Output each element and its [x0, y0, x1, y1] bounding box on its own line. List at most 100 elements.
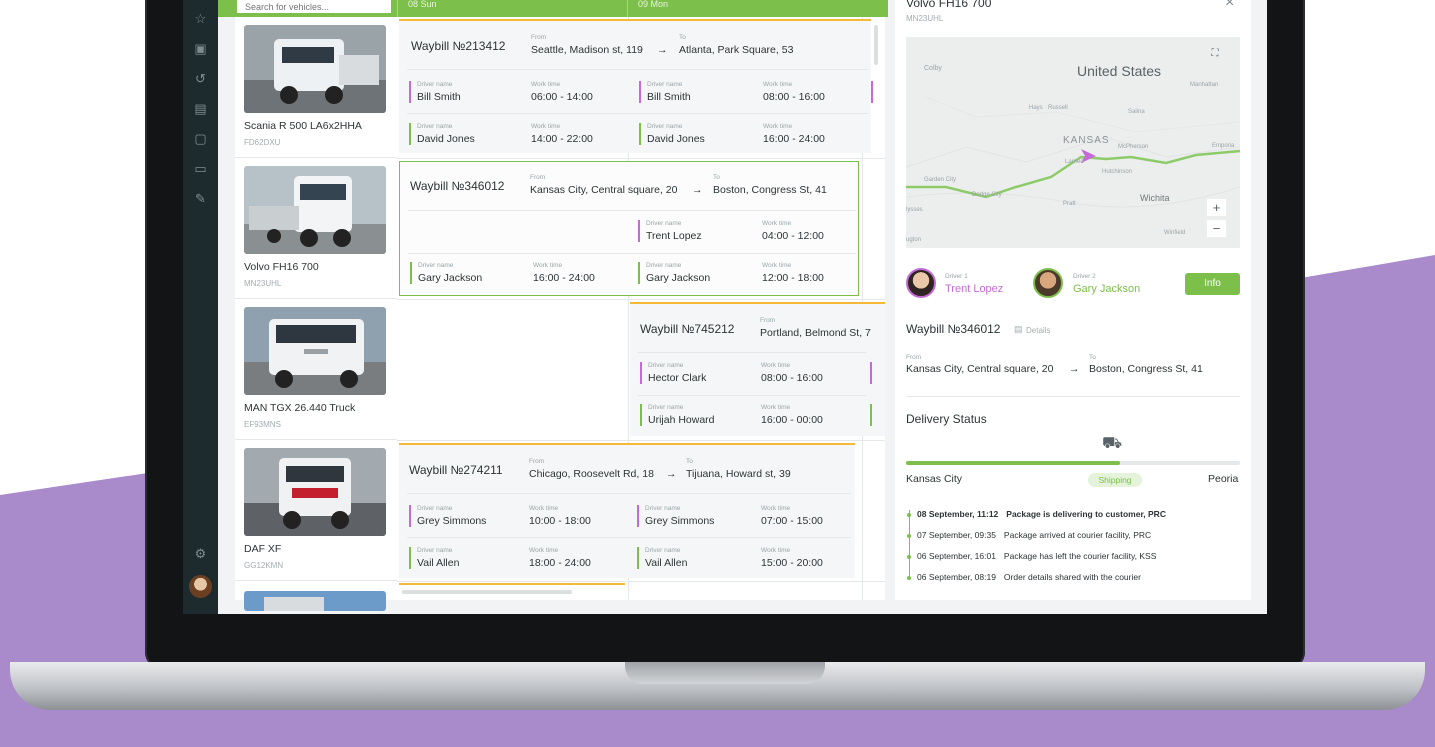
divider	[407, 113, 869, 114]
info-button[interactable]: Info	[1185, 273, 1240, 295]
map-label-city: Hays	[1029, 105, 1043, 111]
book-icon[interactable]: ▭	[192, 160, 209, 177]
vehicle-row[interactable]: Volvo FH16 700 MN23UHL	[235, 158, 397, 299]
vehicle-name: Volvo FH16 700	[244, 261, 319, 273]
timeline-dot	[907, 576, 911, 580]
work-time-label: Work time	[761, 547, 791, 554]
close-icon[interactable]: ×	[1225, 0, 1234, 12]
driver-marker	[409, 505, 411, 527]
work-time: 04:00 - 12:00	[762, 230, 824, 242]
waybill-card[interactable]: Waybill №274211 From Chicago, Roosevelt …	[399, 443, 855, 578]
truck-photo	[244, 591, 386, 611]
work-time: 12:00 - 18:00	[762, 272, 824, 284]
to-value: Tijuana, Howard st, 39	[686, 468, 791, 480]
document-icon[interactable]: ▤	[1014, 324, 1023, 335]
map-label-city: Garden City	[924, 177, 957, 183]
waybill-title: Waybill №346012	[410, 179, 505, 193]
route-map[interactable]: United States KANSAS Colby Manhattan Hay…	[906, 37, 1240, 248]
driver-2-avatar	[1033, 268, 1063, 298]
driver-marker	[409, 123, 411, 145]
date-column-sun: 08 Sun	[397, 0, 627, 17]
driver-name-label: Driver name	[417, 123, 453, 130]
work-time-label: Work time	[529, 505, 559, 512]
timeline-event: Package has left the courier facility, K…	[1003, 551, 1157, 561]
driver-marker	[409, 547, 411, 569]
to-value: Atlanta, Park Square, 53	[679, 44, 794, 56]
from-label: From	[760, 317, 776, 324]
driver-marker	[639, 123, 641, 145]
divider	[407, 493, 851, 494]
vertical-scrollbar[interactable]	[874, 25, 878, 65]
waybill-card[interactable]: Waybill №213412 From Seattle, Madison st…	[399, 19, 873, 153]
document-icon[interactable]: ▤	[192, 100, 209, 117]
driver-name: Urijah Howard	[648, 414, 715, 426]
arrow-icon: →	[657, 44, 668, 56]
driver-name: Gary Jackson	[418, 272, 483, 284]
work-time: 15:00 - 20:00	[761, 557, 823, 569]
schedule-grid: Waybill №213412 From Seattle, Madison st…	[397, 17, 885, 600]
waybill-title: Waybill №346012	[906, 322, 1001, 336]
delivery-status-title: Delivery Status	[906, 412, 987, 426]
driver-2-name[interactable]: Gary Jackson	[1073, 283, 1140, 295]
vehicle-row[interactable]	[235, 583, 397, 611]
divider	[906, 396, 1240, 397]
work-time-label: Work time	[762, 262, 792, 269]
details-link[interactable]: Details	[1026, 326, 1050, 335]
map-label-city: Larned	[1065, 159, 1084, 165]
work-time-label: Work time	[762, 220, 792, 227]
zoom-out-button[interactable]: −	[1207, 220, 1226, 237]
truck-photo	[244, 448, 386, 536]
clipboard-icon[interactable]: ▢	[192, 130, 209, 147]
waybill-card[interactable]: Waybill №745212 From Portland, Belmond S…	[630, 302, 885, 436]
vehicle-plate: GG12KMN	[244, 561, 284, 570]
timeline-event: Order details shared with the courier	[1003, 572, 1141, 582]
timeline-time: 07 September, 09:35	[917, 530, 996, 540]
driver-name: Hector Clark	[648, 372, 707, 384]
to-label: To	[713, 174, 720, 181]
arrow-icon: →	[666, 468, 677, 480]
horizontal-scrollbar[interactable]	[402, 590, 572, 594]
work-time: 07:00 - 15:00	[761, 515, 823, 527]
map-label-city: lysses	[906, 207, 923, 213]
to-label: To	[1089, 354, 1096, 361]
map-label-city: Hutchinson	[1102, 169, 1133, 175]
vehicle-row[interactable]: Scania R 500 LA6x2HHA FD62DXU	[235, 17, 397, 158]
driver-name: Grey Simmons	[417, 515, 487, 527]
vehicle-name: DAF XF	[244, 543, 282, 555]
timeline-event: Package is delivering to customer, PRC	[1006, 509, 1166, 519]
driver-marker	[637, 505, 639, 527]
box-icon[interactable]: ▣	[192, 40, 209, 57]
driver-name-label: Driver name	[417, 81, 453, 88]
timeline-item: 08 September, 11:12 Package is delivering…	[907, 509, 1166, 519]
row-divider	[397, 440, 885, 441]
driver-name: Grey Simmons	[645, 515, 715, 527]
driver-1-name[interactable]: Trent Lopez	[945, 283, 1003, 295]
vehicle-row[interactable]: DAF XF GG12KMN	[235, 440, 397, 581]
pencil-icon[interactable]: ✎	[192, 190, 209, 207]
work-time: 16:00 - 00:00	[761, 414, 823, 426]
fullscreen-icon[interactable]: ⛶	[1206, 45, 1224, 63]
timeline-dot	[907, 555, 911, 559]
star-icon[interactable]: ☆	[192, 10, 209, 27]
waybill-card-selected[interactable]: Waybill №346012 From Kansas City, Centra…	[399, 161, 859, 296]
to-value: Boston, Congress St, 41	[1089, 363, 1203, 375]
zoom-in-button[interactable]: +	[1207, 199, 1226, 216]
settings-icon[interactable]: ⚙	[192, 545, 209, 562]
vehicle-row[interactable]: MAN TGX 26.440 Truck EF93MNS	[235, 299, 397, 440]
search-input[interactable]	[235, 0, 393, 15]
vehicle-name: Volvo FH16 700	[906, 0, 992, 10]
divider	[408, 210, 856, 211]
work-time: 16:00 - 24:00	[533, 272, 595, 284]
driver-marker	[870, 362, 872, 384]
driver-name-label: Driver name	[418, 262, 454, 269]
origin-city: Kansas City	[906, 473, 963, 485]
driver-marker	[639, 81, 641, 103]
history-icon[interactable]: ↺	[192, 70, 209, 87]
from-label: From	[530, 174, 546, 181]
to-label: To	[686, 458, 693, 465]
vehicle-name: Scania R 500 LA6x2HHA	[244, 120, 362, 132]
user-avatar[interactable]	[189, 575, 212, 598]
delivery-progress-track	[906, 461, 1240, 465]
timeline-time: 06 September, 16:01	[917, 551, 996, 561]
map-label-city: Russell	[1048, 105, 1068, 111]
